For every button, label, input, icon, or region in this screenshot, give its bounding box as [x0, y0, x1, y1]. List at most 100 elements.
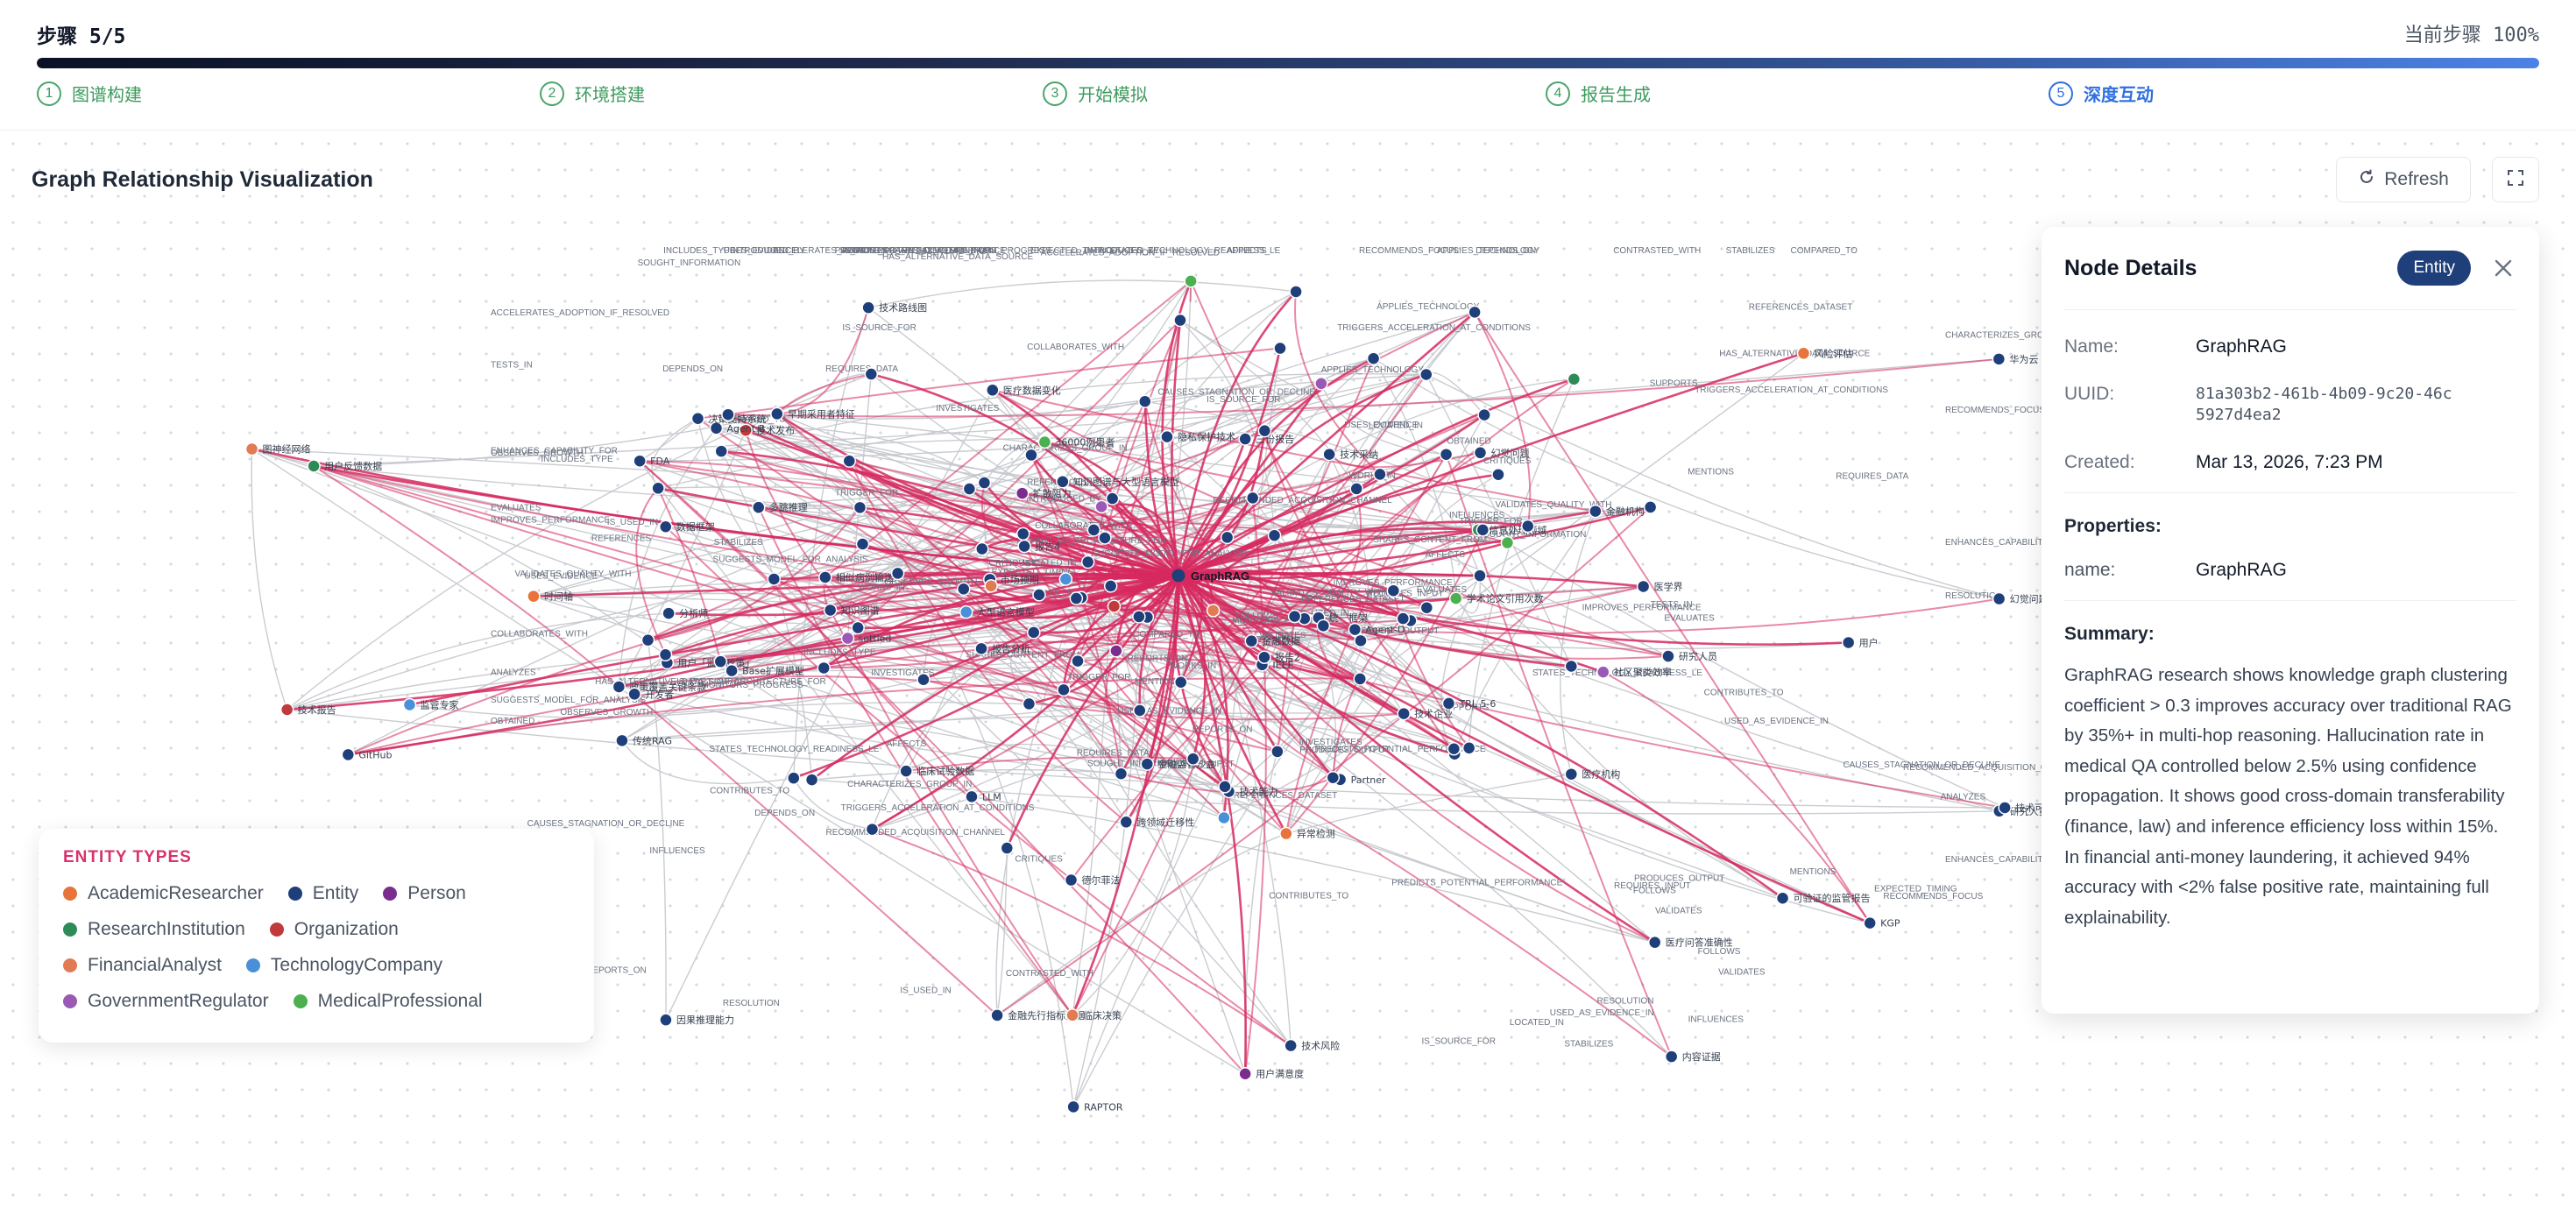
graph-node[interactable] [658, 647, 673, 662]
graph-node[interactable] [1664, 1050, 1679, 1064]
graph-node[interactable] [713, 654, 728, 668]
graph-node[interactable] [1397, 706, 1411, 721]
graph-node[interactable] [341, 747, 356, 762]
graph-node[interactable] [1636, 579, 1651, 594]
graph-node[interactable] [1098, 531, 1112, 545]
graph-node[interactable] [1476, 523, 1490, 537]
graph-node[interactable] [1140, 757, 1155, 771]
graph-node[interactable] [986, 383, 1000, 398]
graph-node[interactable] [690, 412, 705, 426]
graph-node[interactable] [1284, 1038, 1298, 1053]
graph-node[interactable] [899, 764, 913, 778]
graph-node[interactable] [1564, 767, 1579, 781]
graph-node[interactable] [1244, 633, 1259, 648]
graph-node[interactable] [1473, 569, 1487, 583]
graph-node[interactable] [1567, 372, 1582, 386]
graph-node[interactable] [725, 663, 739, 678]
graph-node[interactable] [1132, 610, 1146, 624]
graph-node[interactable] [1596, 665, 1610, 679]
graph-node[interactable] [1037, 435, 1052, 449]
graph-node[interactable] [1257, 423, 1272, 438]
step-5-deep-interaction[interactable]: 5 深度互动 [2049, 81, 2154, 106]
graph-node[interactable] [1267, 528, 1282, 542]
graph-node[interactable] [1173, 313, 1187, 328]
graph-node[interactable] [1643, 500, 1658, 514]
graph-node[interactable] [767, 572, 782, 586]
graph-node[interactable] [1270, 745, 1284, 759]
graph-node[interactable] [640, 633, 655, 647]
graph-node[interactable] [1184, 274, 1198, 288]
graph-node[interactable] [1107, 599, 1122, 613]
graph-node[interactable] [1473, 446, 1488, 460]
graph-node[interactable] [1322, 447, 1336, 462]
graph-node[interactable] [890, 566, 905, 581]
graph-node[interactable] [1058, 572, 1073, 586]
graph-node[interactable] [1287, 609, 1302, 624]
graph-node[interactable] [1218, 780, 1232, 794]
graph-node[interactable] [307, 459, 321, 473]
graph-node[interactable] [1064, 873, 1079, 887]
graph-node[interactable] [1015, 486, 1030, 500]
graph-node[interactable] [974, 641, 988, 656]
graph-node[interactable] [1353, 672, 1368, 686]
graph-node[interactable] [1024, 448, 1038, 463]
graph-node[interactable] [1032, 588, 1046, 602]
graph-node[interactable] [651, 481, 665, 496]
graph-node[interactable] [1439, 447, 1454, 462]
graph-node[interactable] [527, 589, 541, 604]
graph-node[interactable] [1348, 622, 1362, 637]
graph-node[interactable] [1105, 491, 1120, 505]
graph-node[interactable] [1138, 394, 1152, 408]
graph-node[interactable] [1133, 703, 1147, 718]
graph-node[interactable] [990, 1008, 1004, 1022]
graph-node[interactable] [1564, 659, 1579, 674]
graph-node[interactable] [1185, 752, 1200, 766]
graph-node[interactable] [1314, 377, 1328, 391]
graph-node[interactable] [633, 454, 647, 468]
graph-node[interactable] [1366, 351, 1381, 365]
graph-node[interactable] [1056, 475, 1070, 489]
graph-node[interactable] [1103, 579, 1118, 593]
graph-node[interactable] [1065, 1008, 1079, 1022]
graph-node[interactable] [1119, 815, 1134, 830]
graph-node[interactable] [853, 500, 867, 515]
graph-node[interactable] [1419, 600, 1434, 615]
graph-node[interactable] [1491, 467, 1505, 482]
graph-node[interactable] [1238, 432, 1252, 446]
graph-node[interactable] [1461, 741, 1476, 755]
graph-node[interactable] [840, 631, 855, 646]
graph-node[interactable] [965, 789, 979, 804]
graph-node[interactable] [1086, 523, 1101, 537]
step-3-start-simulation[interactable]: 3 开始模拟 [1043, 81, 1148, 106]
graph-node[interactable] [1992, 591, 2006, 606]
selected-node[interactable] [1169, 566, 1188, 585]
graph-node[interactable] [1022, 696, 1037, 711]
graph-node[interactable] [977, 476, 992, 490]
graph-node[interactable] [1521, 519, 1535, 534]
graph-node[interactable] [1069, 591, 1084, 605]
graph-node[interactable] [1349, 482, 1363, 496]
graph-node[interactable] [1386, 583, 1401, 597]
graph-node[interactable] [1448, 591, 1463, 605]
graph-node[interactable] [1238, 1066, 1252, 1081]
graph-node[interactable] [770, 407, 784, 421]
step-1-graph-build[interactable]: 1 图谱构建 [37, 81, 142, 106]
graph-node[interactable] [818, 570, 832, 584]
graph-node[interactable] [721, 407, 735, 421]
graph-node[interactable] [1468, 305, 1482, 320]
graph-node[interactable] [662, 606, 676, 620]
graph-node[interactable] [627, 687, 641, 702]
step-2-env-setup[interactable]: 2 环境搭建 [540, 81, 645, 106]
graph-node[interactable] [402, 697, 417, 712]
graph-node[interactable] [1217, 810, 1231, 825]
graph-node[interactable] [1289, 285, 1303, 299]
graph-node[interactable] [959, 604, 973, 619]
graph-node[interactable] [1057, 682, 1071, 697]
graph-node[interactable] [1796, 346, 1811, 361]
fullscreen-button[interactable] [2492, 157, 2539, 202]
graph-node[interactable] [280, 703, 294, 717]
graph-node[interactable] [1775, 891, 1790, 905]
graph-node[interactable] [1066, 1099, 1080, 1114]
graph-node[interactable] [612, 680, 626, 694]
graph-node[interactable] [615, 733, 629, 748]
